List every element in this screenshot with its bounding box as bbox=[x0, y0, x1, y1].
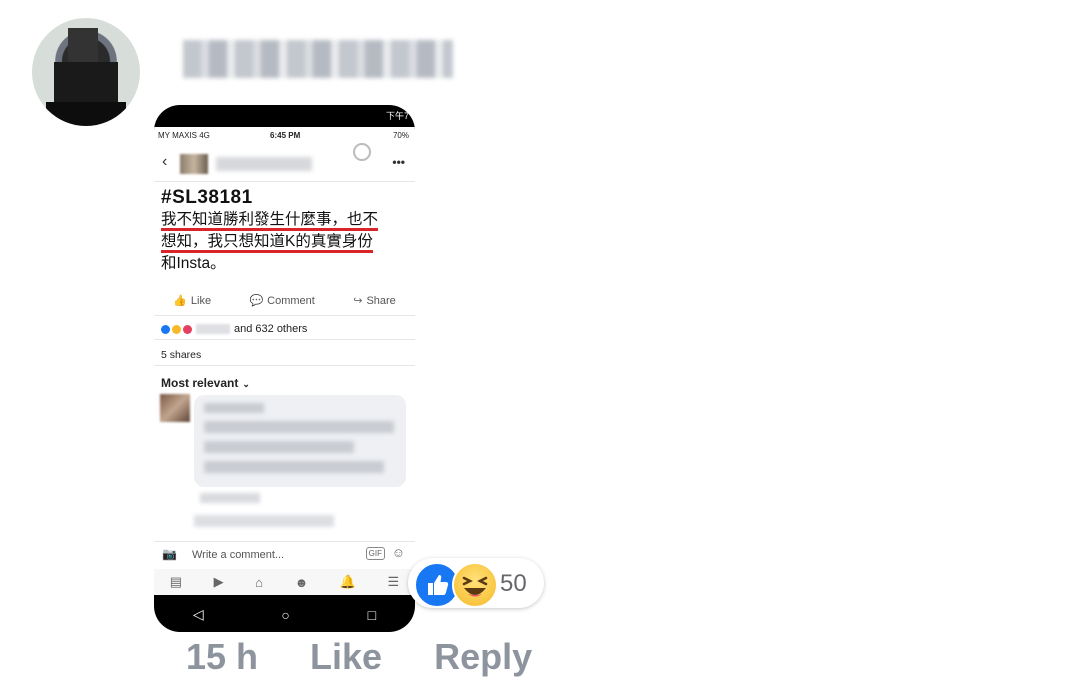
more-options-icon: ••• bbox=[392, 155, 405, 169]
fb-tabbar: ▤ ▶ ⌂ ☻ 🔔 ☰ bbox=[154, 569, 415, 595]
post-line-2: 想知，我只想知道K的真實身份 bbox=[161, 233, 373, 253]
composer-placeholder: Write a comment... bbox=[192, 549, 285, 561]
reactor-name-blurred bbox=[196, 324, 230, 334]
love-reaction-icon bbox=[183, 324, 192, 334]
sort-selector: Most relevant ⌄ bbox=[161, 376, 250, 390]
sort-label: Most relevant bbox=[161, 376, 239, 390]
carrier-label: MY MAXIS 4G bbox=[158, 131, 210, 140]
haha-reaction-icon bbox=[452, 562, 498, 608]
comment-meta-blurred bbox=[200, 493, 260, 503]
attached-screenshot[interactable]: 下午7 MY MAXIS 4G 6:45 PM 70% ‹ ••• #SL381… bbox=[154, 105, 415, 632]
android-navbar: ◁ ○ □ bbox=[154, 597, 415, 632]
marketplace-icon: ⌂ bbox=[255, 574, 264, 590]
comment-bubble-blurred bbox=[194, 395, 406, 487]
reply-button[interactable]: Reply bbox=[434, 636, 532, 678]
emoji-icon: ☺ bbox=[391, 545, 405, 560]
gif-icon: GIF bbox=[365, 547, 385, 560]
notifications-bell-icon: 🔔 bbox=[339, 574, 356, 589]
divider bbox=[154, 339, 415, 340]
back-arrow-icon: ‹ bbox=[162, 153, 168, 170]
like-action-label: Like bbox=[190, 294, 212, 307]
nav-back-icon: ◁ bbox=[192, 606, 204, 622]
comment-action: 💬 Comment bbox=[249, 294, 314, 307]
post-body: #SL38181 我不知道勝利發生什麼事，也不 想知，我只想知道K的真實身份 和… bbox=[161, 187, 409, 275]
comment-footer: 15 h Like Reply bbox=[186, 636, 532, 678]
like-action: 👍 Like bbox=[173, 294, 211, 307]
like-reaction-icon bbox=[161, 324, 170, 334]
post-line-1: 我不知道勝利發生什麼事，也不 bbox=[161, 211, 379, 231]
nav-home-icon: ○ bbox=[281, 606, 290, 623]
ios-statusbar: MY MAXIS 4G 6:45 PM 70% bbox=[154, 127, 415, 143]
phone-screen: MY MAXIS 4G 6:45 PM 70% ‹ ••• #SL38181 我… bbox=[154, 127, 415, 595]
post-line-3: 和Insta。 bbox=[161, 255, 226, 272]
post-actions: 👍 Like 💬 Comment ↪ Share bbox=[154, 285, 415, 316]
comment-timestamp[interactable]: 15 h bbox=[186, 636, 258, 678]
reply-preview-blurred bbox=[194, 515, 334, 527]
menu-icon: ☰ bbox=[387, 574, 400, 589]
reactions-count-text: and 632 others bbox=[234, 323, 308, 335]
speech-bubble-icon: 💬 bbox=[249, 294, 264, 307]
laughing-face-icon bbox=[462, 576, 488, 597]
share-action-label: Share bbox=[366, 294, 396, 307]
reaction-count: 50 bbox=[500, 570, 527, 597]
thumbs-up-icon: 👍 bbox=[173, 294, 187, 307]
share-action: ↪ Share bbox=[353, 294, 396, 307]
poster-name-blurred bbox=[216, 157, 312, 171]
reactions-summary: and 632 others bbox=[161, 323, 307, 335]
battery-label: 70% bbox=[392, 131, 409, 140]
divider bbox=[154, 365, 415, 366]
news-feed-icon: ▤ bbox=[169, 574, 183, 589]
post-hashtag: #SL38181 bbox=[161, 187, 253, 208]
comment-composer: 📷 Write a comment... GIF ☺ bbox=[154, 541, 415, 568]
chevron-down-icon: ⌄ bbox=[242, 379, 250, 389]
search-icon bbox=[353, 143, 371, 161]
commenter-avatar[interactable] bbox=[32, 18, 140, 126]
camera-icon: 📷 bbox=[162, 547, 177, 561]
haha-reaction-icon bbox=[172, 324, 181, 334]
nav-recents-icon: □ bbox=[367, 606, 377, 623]
comment-action-label: Comment bbox=[267, 294, 315, 307]
android-status-right: 下午7 bbox=[385, 111, 409, 121]
commenter-name-blurred[interactable] bbox=[183, 40, 453, 78]
share-arrow-icon: ↪ bbox=[353, 294, 363, 307]
groups-icon: ☻ bbox=[294, 574, 309, 590]
commenter-avatar-small bbox=[160, 394, 190, 422]
reaction-count-pill[interactable]: 50 bbox=[408, 558, 544, 608]
watch-icon: ▶ bbox=[213, 574, 224, 589]
post-header: ‹ ••• bbox=[154, 143, 415, 182]
poster-avatar bbox=[180, 154, 208, 174]
like-button[interactable]: Like bbox=[310, 636, 382, 678]
shares-count: 5 shares bbox=[161, 349, 202, 361]
clock-label: 6:45 PM bbox=[270, 131, 301, 140]
android-statusbar: 下午7 bbox=[154, 105, 415, 125]
